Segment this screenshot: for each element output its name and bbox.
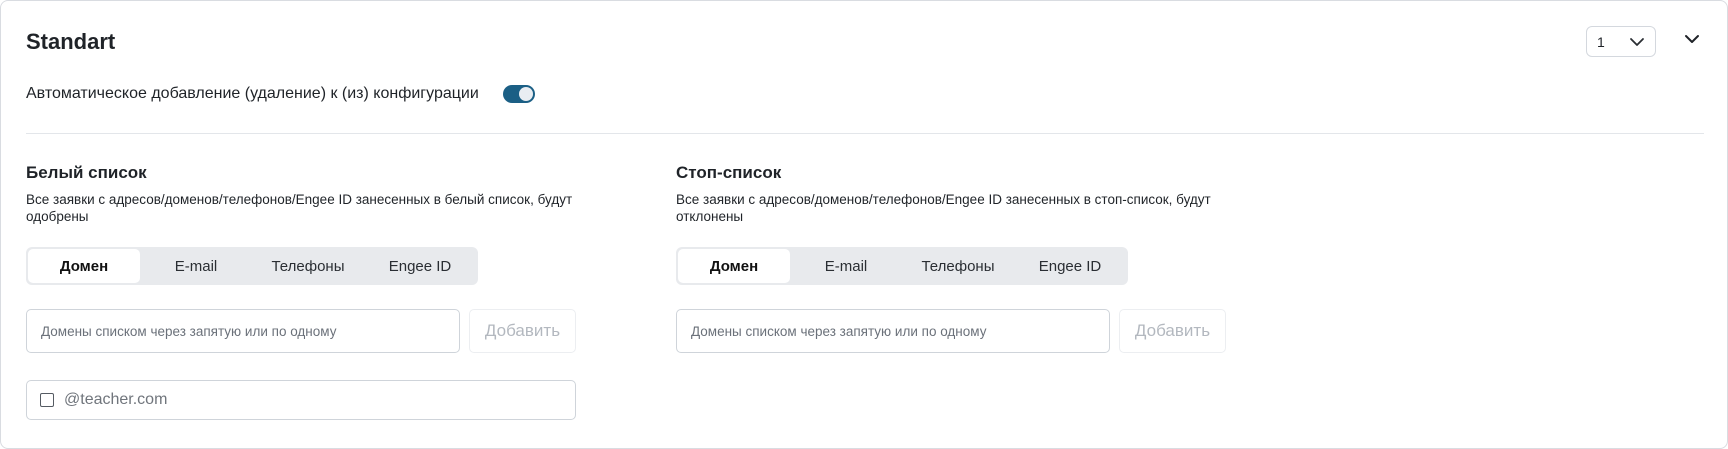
stoplist-title: Стоп-список [676,163,782,182]
chevron-down-icon [1629,37,1645,47]
whitelist-tab-domain[interactable]: Домен [28,249,140,283]
stoplist-tab-email[interactable]: E-mail [790,249,902,283]
stoplist-input-row: Добавить [676,309,1236,353]
stoplist-tab-domain[interactable]: Домен [678,249,790,283]
stoplist-tabs: Домен E-mail Телефоны Engee ID [676,247,1128,285]
config-card: Standart 1 Автоматическое добавление (уд… [0,0,1728,449]
whitelist-domain-input[interactable] [26,309,460,353]
version-select[interactable]: 1 [1586,26,1656,57]
whitelist-tab-phones[interactable]: Телефоны [252,249,364,283]
whitelist-title: Белый список [26,163,147,182]
auto-config-toggle[interactable] [502,85,535,103]
list-item-label: @teacher.com [64,391,168,408]
stoplist-domain-input[interactable] [676,309,1110,353]
whitelist-input-row: Добавить [26,309,586,353]
stoplist-add-button[interactable]: Добавить [1119,309,1226,353]
list-item: @teacher.com [26,380,576,420]
whitelist-description: Все заявки с адресов/доменов/телефонов/E… [26,192,573,224]
version-select-value: 1 [1597,33,1605,50]
whitelist-tabs: Домен E-mail Телефоны Engee ID [26,247,478,285]
whitelist-add-button[interactable]: Добавить [469,309,576,353]
auto-config-label: Автоматическое добавление (удаление) к (… [26,85,479,102]
divider [26,133,1704,134]
collapse-button[interactable] [1681,29,1703,51]
chevron-down-icon [1684,31,1700,49]
auto-config-row: Автоматическое добавление (удаление) к (… [26,85,535,103]
toggle-knob [518,87,533,101]
stoplist-tab-phones[interactable]: Телефоны [902,249,1014,283]
stoplist-section: Стоп-список Все заявки с адресов/доменов… [676,161,1236,353]
stoplist-tab-engee-id[interactable]: Engee ID [1014,249,1126,283]
whitelist-section: Белый список Все заявки с адресов/домено… [26,161,586,420]
stoplist-description: Все заявки с адресов/доменов/телефонов/E… [676,192,1211,224]
list-item-checkbox[interactable] [40,393,54,407]
page-title: Standart [26,29,116,54]
whitelist-tab-email[interactable]: E-mail [140,249,252,283]
whitelist-tab-engee-id[interactable]: Engee ID [364,249,476,283]
